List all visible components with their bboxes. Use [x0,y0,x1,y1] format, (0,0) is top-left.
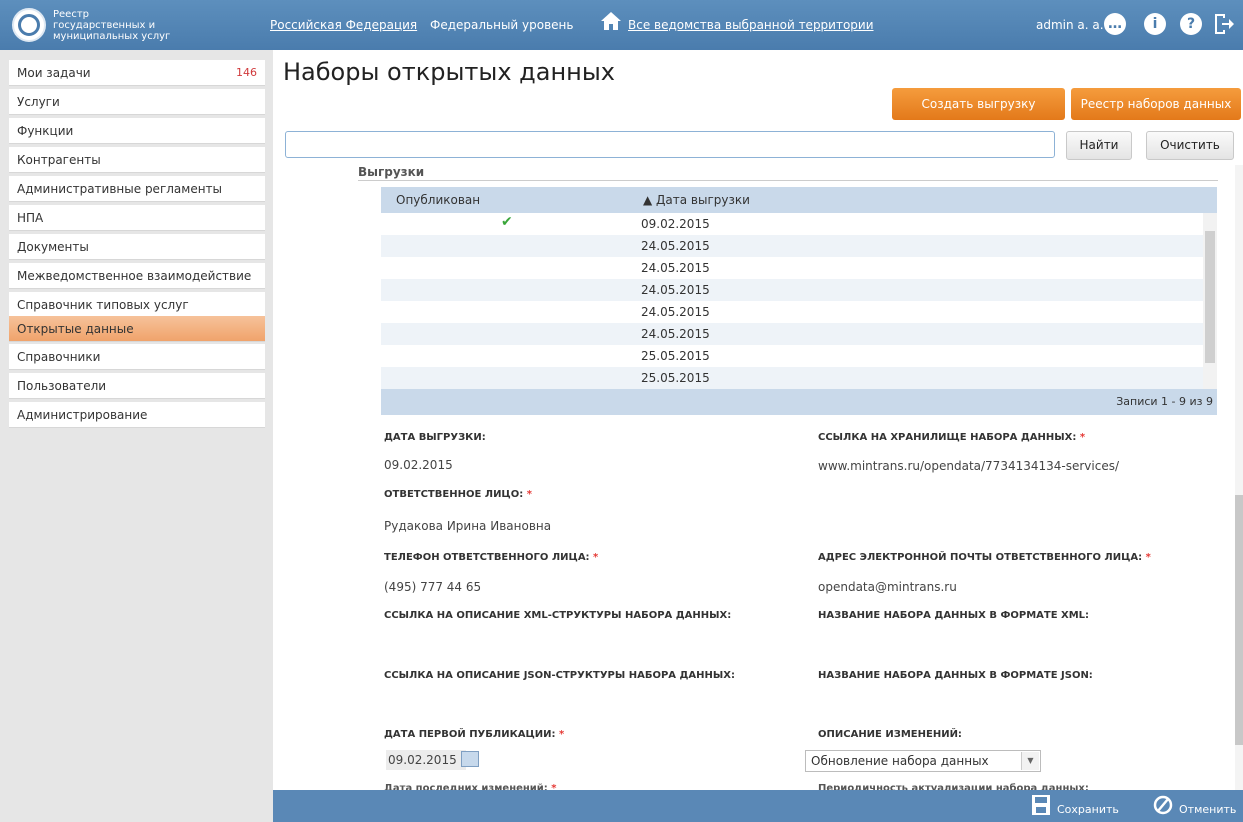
date-cell: 24.05.2015 [641,327,710,341]
date-cell: 24.05.2015 [641,305,710,319]
table-row[interactable]: 24.05.2015 [381,235,1217,257]
sidebar-item-functions[interactable]: Функции [9,118,265,144]
sidebar-item-interagency[interactable]: Межведомственное взаимодействие [9,263,265,289]
email-label: Адрес электронной почты ответственного л… [818,552,1151,563]
xml-structure-label: Ссылка на описание XML-структуры набора … [384,610,732,621]
home-icon [601,12,621,30]
sidebar-item-contractors[interactable]: Контрагенты [9,147,265,173]
phone-value: (495) 777 44 65 [384,580,482,594]
save-button[interactable]: Сохранить [1031,794,1119,816]
sidebar-item-services[interactable]: Услуги [9,89,265,115]
cancel-button[interactable]: Отменить [1153,794,1236,816]
select-value: Обновление набора данных [811,754,989,768]
table-row[interactable]: 25.05.2015 [381,367,1217,389]
grid-header: Опубликован ▲ Дата выгрузки [381,187,1217,213]
sidebar-item-documents[interactable]: Документы [9,234,265,260]
chevron-down-icon[interactable]: ▼ [1021,752,1039,770]
sidebar-item-npa[interactable]: НПА [9,205,265,231]
date-cell: 24.05.2015 [641,261,710,275]
date-cell: 25.05.2015 [641,349,710,363]
changes-description-label: Описание изменений: [818,729,962,740]
sidebar-item-my-tasks[interactable]: Мои задачи 146 [9,60,265,86]
create-export-button[interactable]: Создать выгрузку [892,88,1065,120]
exports-grid: Опубликован ▲ Дата выгрузки ✔ 09.02.2015… [381,187,1217,415]
section-label: Выгрузки [358,165,425,179]
grid-scroll-thumb[interactable] [1205,231,1215,363]
first-publication-date-input[interactable]: 09.02.2015 [386,750,466,770]
main-scroll-thumb[interactable] [1235,495,1243,745]
user-name[interactable]: admin a. a. [1036,18,1104,32]
nav-region-link[interactable]: Российская Федерация [270,18,417,32]
tasks-count-badge: 146 [236,66,257,79]
sidebar-item-users[interactable]: Пользователи [9,373,265,399]
date-cell: 25.05.2015 [641,371,710,385]
bottom-action-bar: Сохранить Отменить [273,790,1243,822]
export-date-label: Дата выгрузки: [384,432,486,443]
json-structure-label: Ссылка на описание JSON-структуры набора… [384,670,735,681]
section-divider [358,180,1218,181]
calendar-icon[interactable] [461,751,479,767]
sidebar-item-administration[interactable]: Администрирование [9,402,265,428]
sidebar-item-open-data[interactable]: Открытые данные [9,316,265,342]
find-button[interactable]: Найти [1066,131,1132,160]
responsible-value: Рудакова Ирина Ивановна [384,519,552,533]
chat-icon[interactable]: … [1104,13,1126,35]
main-scrollbar[interactable] [1235,165,1243,790]
responsible-label: Ответственное лицо: * [384,489,532,500]
xml-name-label: Название набора данных в формате XML: [818,610,1090,621]
app-logo[interactable]: Реестр государственных и муниципальных у… [12,8,183,42]
help-icon[interactable]: ? [1180,13,1202,35]
table-row[interactable]: 24.05.2015 [381,257,1217,279]
storage-link-value: www.mintrans.ru/opendata/7734134134-serv… [818,459,1120,473]
logout-icon[interactable] [1213,12,1235,36]
published-check-icon: ✔ [501,214,513,230]
date-cell: 24.05.2015 [641,239,710,253]
grid-scrollbar[interactable] [1203,213,1217,389]
grid-body: ✔ 09.02.2015 24.05.2015 24.05.2015 24.05… [381,213,1217,389]
storage-link-label: Ссылка на хранилище набора данных: * [818,432,1086,443]
nav-level[interactable]: Федеральный уровень [430,18,573,32]
app-title: Реестр государственных и муниципальных у… [53,8,171,42]
save-label: Сохранить [1057,803,1119,816]
grid-footer: Записи 1 - 9 из 9 [381,389,1217,415]
nav-departments-link[interactable]: Все ведомства выбранной территории [628,18,874,32]
email-value: opendata@mintrans.ru [818,580,957,594]
table-row[interactable]: 25.05.2015 [381,345,1217,367]
sidebar-item-label: Мои задачи [17,66,91,80]
dataset-registry-button[interactable]: Реестр наборов данных [1071,88,1241,120]
phone-label: Телефон ответственного лица: * [384,552,599,563]
save-icon [1032,795,1050,815]
table-row[interactable]: 24.05.2015 [381,301,1217,323]
json-name-label: Название набора данных в формате JSON: [818,670,1093,681]
search-input[interactable] [285,131,1055,158]
date-cell: 09.02.2015 [641,217,710,231]
table-row[interactable]: ✔ 09.02.2015 [381,213,1217,235]
column-header-published[interactable]: Опубликован [396,193,480,207]
cancel-icon [1153,795,1173,815]
records-count: Записи 1 - 9 из 9 [1116,395,1213,408]
export-date-value: 09.02.2015 [384,458,453,472]
main-content: Наборы открытых данных Создать выгрузку … [273,50,1243,822]
column-header-date[interactable]: ▲ Дата выгрузки [643,193,750,207]
table-row[interactable]: 24.05.2015 [381,323,1217,345]
sidebar: Мои задачи 146 Услуги Функции Контрагент… [0,50,273,822]
sidebar-item-directories[interactable]: Справочники [9,344,265,370]
first-publication-label: Дата первой публикации: * [384,729,565,740]
info-icon[interactable]: i [1144,13,1166,35]
top-bar: Реестр государственных и муниципальных у… [0,0,1243,50]
logo-icon [12,8,46,42]
changes-description-select[interactable]: Обновление набора данных ▼ [805,750,1041,772]
clear-button[interactable]: Очистить [1146,131,1234,160]
table-row[interactable]: 24.05.2015 [381,279,1217,301]
sidebar-item-regulations[interactable]: Административные регламенты [9,176,265,202]
sidebar-item-typical-services[interactable]: Справочник типовых услуг [9,292,265,318]
page-title: Наборы открытых данных [283,58,615,86]
cancel-label: Отменить [1179,803,1237,816]
date-cell: 24.05.2015 [641,283,710,297]
